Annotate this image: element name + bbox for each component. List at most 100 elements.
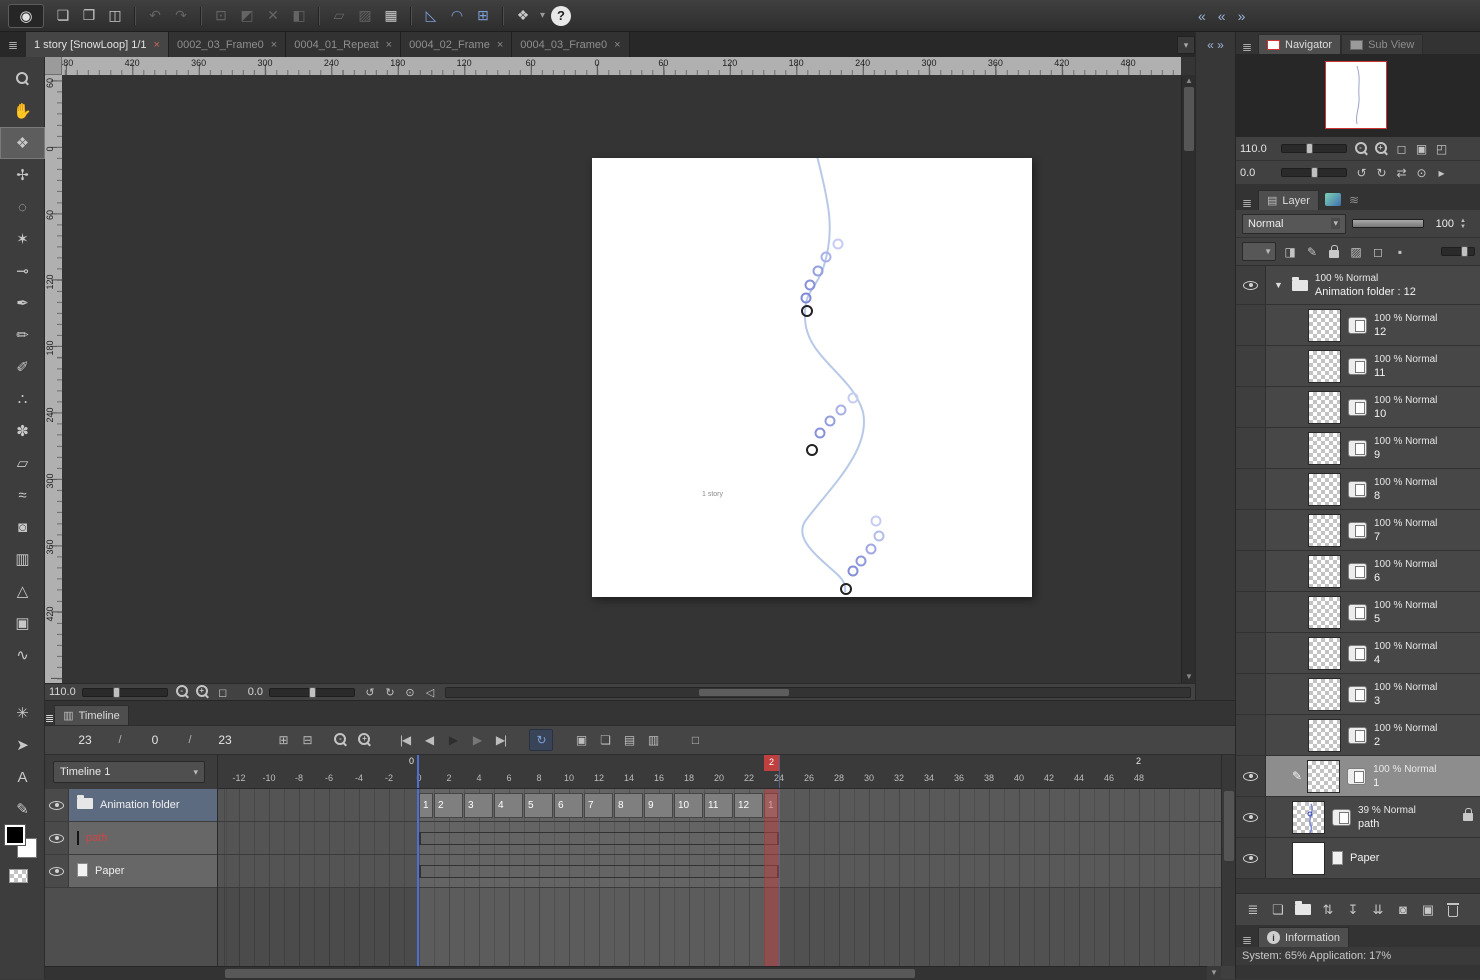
nav-rotate-left-icon[interactable]: ↺ (1352, 164, 1371, 182)
merge-to-lower-layer-icon[interactable]: ⇊ (1367, 899, 1389, 921)
scroll-down-icon[interactable]: ▼ (1182, 671, 1196, 683)
scrollbar-thumb[interactable] (698, 688, 789, 696)
timeline-zoom-out-icon[interactable]: - (329, 729, 353, 751)
animation-cel-block[interactable]: 10 (674, 793, 703, 818)
playhead-marker[interactable]: 2 (764, 755, 779, 771)
layer-thumbnail[interactable] (1308, 513, 1341, 547)
nav-fit-window-icon[interactable]: ◻ (1392, 140, 1411, 158)
canvas-rotate-slider[interactable] (269, 686, 356, 698)
track-row-animation-folder[interactable]: Animation folder (45, 789, 217, 822)
layer-thumbnail[interactable] (1308, 472, 1341, 506)
new-file-icon[interactable]: ❏ (50, 4, 76, 28)
slider-knob[interactable] (308, 686, 316, 698)
tab-layer[interactable]: ▤ Layer (1258, 190, 1319, 210)
animation-cel-block[interactable]: 5 (524, 793, 553, 818)
path-dot[interactable] (847, 565, 859, 577)
correct-line-tool[interactable]: ∿ (0, 639, 45, 671)
tab-close-icon[interactable]: × (386, 39, 392, 51)
layer-row-cel-8[interactable]: 100 % Normal 8 (1236, 469, 1480, 510)
layer-thumbnail[interactable] (1307, 759, 1341, 793)
prev-frame-icon[interactable]: ◀ (417, 729, 441, 751)
layer-duration-bar[interactable] (419, 865, 779, 878)
canvas-fit-screen-icon[interactable]: ◻ (214, 685, 232, 700)
go-to-end-icon[interactable]: ▶| (489, 729, 513, 751)
layer-thumbnail[interactable] (1308, 390, 1341, 424)
transparent-color-swatch[interactable] (9, 869, 28, 883)
clip-to-layer-below-icon[interactable]: ◨ (1280, 242, 1300, 261)
decoration-tool[interactable]: ✽ (0, 415, 45, 447)
mesh-transform-icon[interactable]: ▨ (352, 4, 378, 28)
brush-tool[interactable]: ✐ (0, 351, 45, 383)
snap-to-ruler-icon[interactable]: ◺ (418, 4, 444, 28)
collapse-left-dock-icon[interactable]: « (1198, 8, 1206, 24)
collapse-strip-left-icon[interactable]: « (1207, 38, 1214, 52)
tab-navigator[interactable]: Navigator (1258, 34, 1342, 54)
draft-layer-icon[interactable]: ✎ (1302, 242, 1322, 261)
canvas-zoom-out-icon[interactable]: - (174, 685, 192, 700)
layer-thumbnail[interactable] (1308, 718, 1341, 752)
next-frame-icon[interactable]: ▶ (465, 729, 489, 751)
insert-frame-icon[interactable]: ⊞ (271, 729, 295, 751)
scroll-up-icon[interactable]: ▲ (1182, 75, 1196, 87)
flash-tool[interactable]: ✳ (0, 697, 45, 729)
animation-cel-block[interactable]: 6 (554, 793, 583, 818)
lock-layer-icon[interactable] (1324, 242, 1344, 261)
slider-knob[interactable] (1306, 143, 1314, 154)
animation-cel-block[interactable]: 11 (704, 793, 733, 818)
canvas-rotate-right-icon[interactable]: ↻ (381, 685, 399, 700)
layer-row-cel-11[interactable]: 100 % Normal 11 (1236, 346, 1480, 387)
onion-skin-icon[interactable]: ▣ (569, 729, 593, 751)
open-file-icon[interactable]: ❐ (76, 4, 102, 28)
new-animation-cel-icon[interactable]: ❏ (593, 729, 617, 751)
canvas-viewport[interactable]: 1 story (62, 75, 1181, 683)
tab-overflow-icon[interactable]: ▾ (1177, 36, 1195, 54)
fill-tool[interactable]: ◙ (0, 511, 45, 543)
blend-tool[interactable]: ≈ (0, 479, 45, 511)
navigator-thumbnail[interactable] (1325, 61, 1387, 129)
document-tab[interactable]: 0004_01_Repeat × (286, 32, 402, 57)
snap-to-special-ruler-icon[interactable]: ◠ (444, 4, 470, 28)
layer-row-path[interactable]: 39 % Normal path (1236, 797, 1480, 838)
scrollbar-thumb[interactable] (1184, 87, 1194, 151)
workspace-menu-arrow-icon[interactable]: ▾ (536, 4, 549, 28)
create-layer-mask-icon[interactable]: ◙ (1392, 899, 1414, 921)
grid-track-row[interactable]: 1234567891011121 (218, 789, 1221, 822)
eraser-tool[interactable]: ▱ (0, 447, 45, 479)
tab-close-icon[interactable]: × (154, 39, 160, 51)
airbrush-tool[interactable]: ∴ (0, 383, 45, 415)
layer-thumbnail[interactable] (1292, 841, 1325, 875)
slider-knob[interactable] (1311, 167, 1319, 178)
timeline-panel-menu-icon[interactable]: ≣ (45, 712, 54, 725)
playhead-column[interactable] (764, 789, 779, 966)
path-dot[interactable] (824, 415, 836, 427)
canvas-horizontal-scrollbar[interactable] (445, 686, 1191, 698)
new-layer-folder-icon[interactable] (1292, 899, 1314, 921)
navigator-zoom-slider[interactable] (1281, 143, 1347, 154)
keyframe-dot[interactable] (806, 444, 818, 456)
expand-dock-icon[interactable]: » (1238, 8, 1246, 24)
specify-cels-icon[interactable]: ▥ (641, 729, 665, 751)
arrow-tool[interactable]: ➤ (0, 729, 45, 761)
path-dot[interactable] (832, 238, 844, 250)
collapse-all-docks-icon[interactable]: « (1218, 8, 1226, 24)
nav-actual-size-icon[interactable]: ▣ (1412, 140, 1431, 158)
layer-row-cel-9[interactable]: 100 % Normal 9 (1236, 428, 1480, 469)
eyedropper-tool[interactable]: ⊸ (0, 255, 45, 287)
reference-layer-icon[interactable]: ▪ (1390, 242, 1410, 261)
new-animation-folder-icon[interactable]: ▤ (617, 729, 641, 751)
eye-icon[interactable] (49, 800, 64, 810)
zoom-tool[interactable] (0, 63, 45, 95)
gradient-tool[interactable]: ▥ (0, 543, 45, 575)
go-to-start-icon[interactable]: |◀ (393, 729, 417, 751)
eye-icon[interactable] (49, 833, 64, 843)
grid-track-row[interactable] (218, 855, 1221, 888)
delete-layer-icon[interactable] (1442, 899, 1464, 921)
layer-row-cel-7[interactable]: 100 % Normal 7 (1236, 510, 1480, 551)
information-panel-menu-icon[interactable]: ≣ (1236, 933, 1258, 947)
track-row-paper[interactable]: Paper (45, 855, 217, 888)
animation-cels-tab-icon[interactable]: ≋ (1349, 193, 1359, 207)
enable-mask-icon[interactable]: ◻ (1368, 242, 1388, 261)
document-tab[interactable]: 0002_03_Frame0 × (168, 32, 287, 57)
save-file-icon[interactable]: ◫ (102, 4, 128, 28)
scrollbar-thumb[interactable] (1224, 791, 1234, 861)
